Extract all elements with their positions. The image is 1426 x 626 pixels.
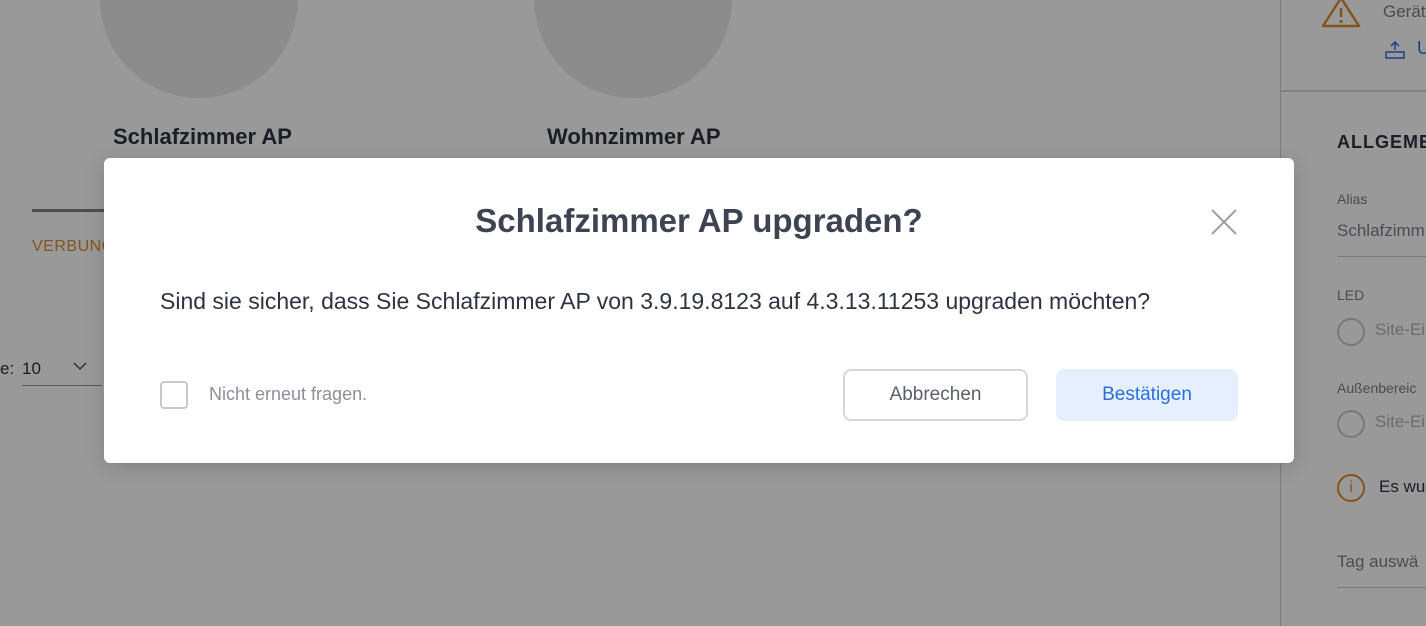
dialog-title: Schlafzimmer AP upgraden? — [475, 202, 923, 239]
upgrade-confirm-dialog: Schlafzimmer AP upgraden? Sind sie siche… — [104, 158, 1294, 463]
dialog-message: Sind sie sicher, dass Sie Schlafzimmer A… — [160, 288, 1151, 314]
dont-ask-again-checkbox[interactable] — [160, 381, 188, 409]
confirm-button[interactable]: Bestätigen — [1056, 369, 1238, 421]
close-icon[interactable] — [1208, 206, 1240, 238]
dont-ask-again-label[interactable]: Nicht erneut fragen. — [209, 384, 367, 405]
cancel-button[interactable]: Abbrechen — [843, 369, 1028, 421]
